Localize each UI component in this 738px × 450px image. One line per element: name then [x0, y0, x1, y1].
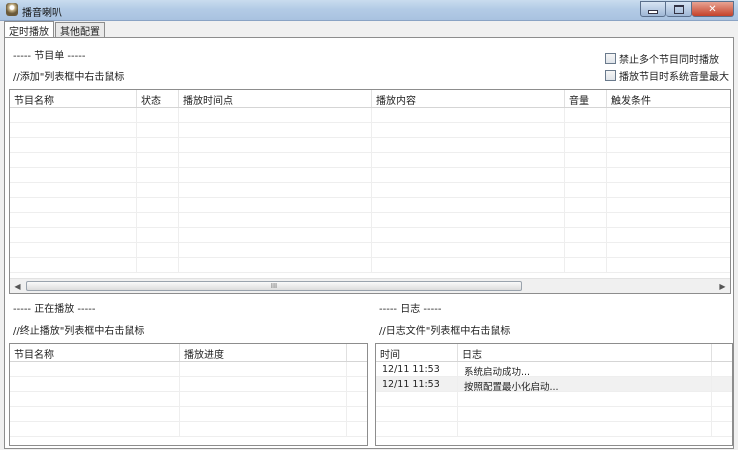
- col-playing-filler: [347, 344, 367, 361]
- playing-list-header: 节目名称 播放进度: [10, 344, 367, 362]
- close-icon: ✕: [708, 3, 717, 15]
- list-item: [376, 392, 732, 407]
- col-playing-name[interactable]: 节目名称: [10, 344, 180, 361]
- app-icon: [6, 3, 18, 16]
- scroll-thumb[interactable]: III: [26, 281, 522, 291]
- log-list-header: 时间 日志: [376, 344, 732, 362]
- playing-heading: ----- 正在播放 -----: [13, 304, 96, 315]
- list-item: [10, 407, 367, 422]
- table-row: [10, 183, 730, 198]
- scroll-left-icon[interactable]: ◀: [10, 279, 25, 293]
- col-log-filler: [712, 344, 732, 361]
- list-item: [10, 422, 367, 437]
- list-item: [10, 377, 367, 392]
- list-item: [376, 422, 732, 437]
- log-row[interactable]: 12/11 11:53 按照配置最小化启动...: [376, 377, 732, 392]
- program-list-header: 节目名称 状态 播放时间点 播放内容 音量 触发条件: [10, 90, 730, 108]
- table-row: [10, 108, 730, 123]
- list-item: [10, 392, 367, 407]
- col-trigger[interactable]: 触发条件: [607, 90, 730, 107]
- tab-other-config[interactable]: 其他配置: [55, 22, 105, 38]
- program-list-hscrollbar[interactable]: ◀ III ▶: [10, 278, 730, 293]
- table-row: [10, 123, 730, 138]
- close-button[interactable]: ✕: [692, 1, 734, 17]
- program-list[interactable]: 节目名称 状态 播放时间点 播放内容 音量 触发条件 ◀ III ▶: [9, 89, 731, 294]
- checkbox-max-volume[interactable]: [605, 70, 616, 81]
- log-hint: //日志文件"列表框中右击鼠标: [379, 326, 511, 337]
- maximize-button[interactable]: [666, 1, 692, 17]
- playing-hint: //终止播放"列表框中右击鼠标: [13, 326, 145, 337]
- table-row: [10, 258, 730, 273]
- program-list-body: [10, 108, 730, 273]
- col-log-message[interactable]: 日志: [458, 344, 712, 361]
- option-no-concurrent[interactable]: 禁止多个节目同时播放: [605, 51, 719, 66]
- log-time: 12/11 11:53: [376, 362, 458, 377]
- grip-icon: III: [270, 282, 278, 290]
- col-play-content[interactable]: 播放内容: [372, 90, 565, 107]
- log-message: 按照配置最小化启动...: [458, 377, 712, 392]
- table-row: [10, 168, 730, 183]
- log-message: 系统启动成功...: [458, 362, 712, 377]
- log-list-body: 12/11 11:53 系统启动成功... 12/11 11:53 按照配置最小…: [376, 362, 732, 437]
- checkbox-no-concurrent[interactable]: [605, 53, 616, 64]
- log-time: 12/11 11:53: [376, 377, 458, 392]
- program-heading: ----- 节目单 -----: [13, 51, 86, 62]
- tab-panel: ----- 节目单 ----- //添加"列表框中右击鼠标 禁止多个节目同时播放…: [4, 37, 734, 449]
- table-row: [10, 138, 730, 153]
- log-heading: ----- 日志 -----: [379, 304, 442, 315]
- minimize-button[interactable]: [640, 1, 666, 17]
- tab-strip: 定时播放 其他配置: [4, 21, 106, 38]
- scroll-right-icon[interactable]: ▶: [715, 279, 730, 293]
- col-log-time[interactable]: 时间: [376, 344, 458, 361]
- table-row: [10, 213, 730, 228]
- tab-scheduled-play[interactable]: 定时播放: [4, 21, 54, 38]
- table-row: [10, 153, 730, 168]
- col-program-name[interactable]: 节目名称: [10, 90, 137, 107]
- playing-list[interactable]: 节目名称 播放进度: [9, 343, 368, 446]
- list-item: [10, 362, 367, 377]
- list-item: [376, 407, 732, 422]
- col-volume[interactable]: 音量: [565, 90, 607, 107]
- log-row[interactable]: 12/11 11:53 系统启动成功...: [376, 362, 732, 377]
- table-row: [10, 228, 730, 243]
- option-max-volume[interactable]: 播放节目时系统音量最大: [605, 68, 729, 83]
- option-no-concurrent-label: 禁止多个节目同时播放: [619, 55, 719, 66]
- maximize-icon: [673, 4, 684, 14]
- table-row: [10, 198, 730, 213]
- program-hint: //添加"列表框中右击鼠标: [13, 72, 125, 83]
- title-bar[interactable]: 播音喇叭 ✕: [0, 0, 738, 21]
- playing-list-body: [10, 362, 367, 437]
- window-title: 播音喇叭: [22, 8, 62, 19]
- col-play-time[interactable]: 播放时间点: [179, 90, 372, 107]
- window-controls: ✕: [640, 1, 734, 17]
- col-playing-progress[interactable]: 播放进度: [180, 344, 347, 361]
- minimize-icon: [649, 11, 657, 13]
- option-max-volume-label: 播放节目时系统音量最大: [619, 72, 729, 83]
- col-status[interactable]: 状态: [137, 90, 179, 107]
- table-row: [10, 243, 730, 258]
- log-list[interactable]: 时间 日志 12/11 11:53 系统启动成功... 12/11 11:53 …: [375, 343, 733, 446]
